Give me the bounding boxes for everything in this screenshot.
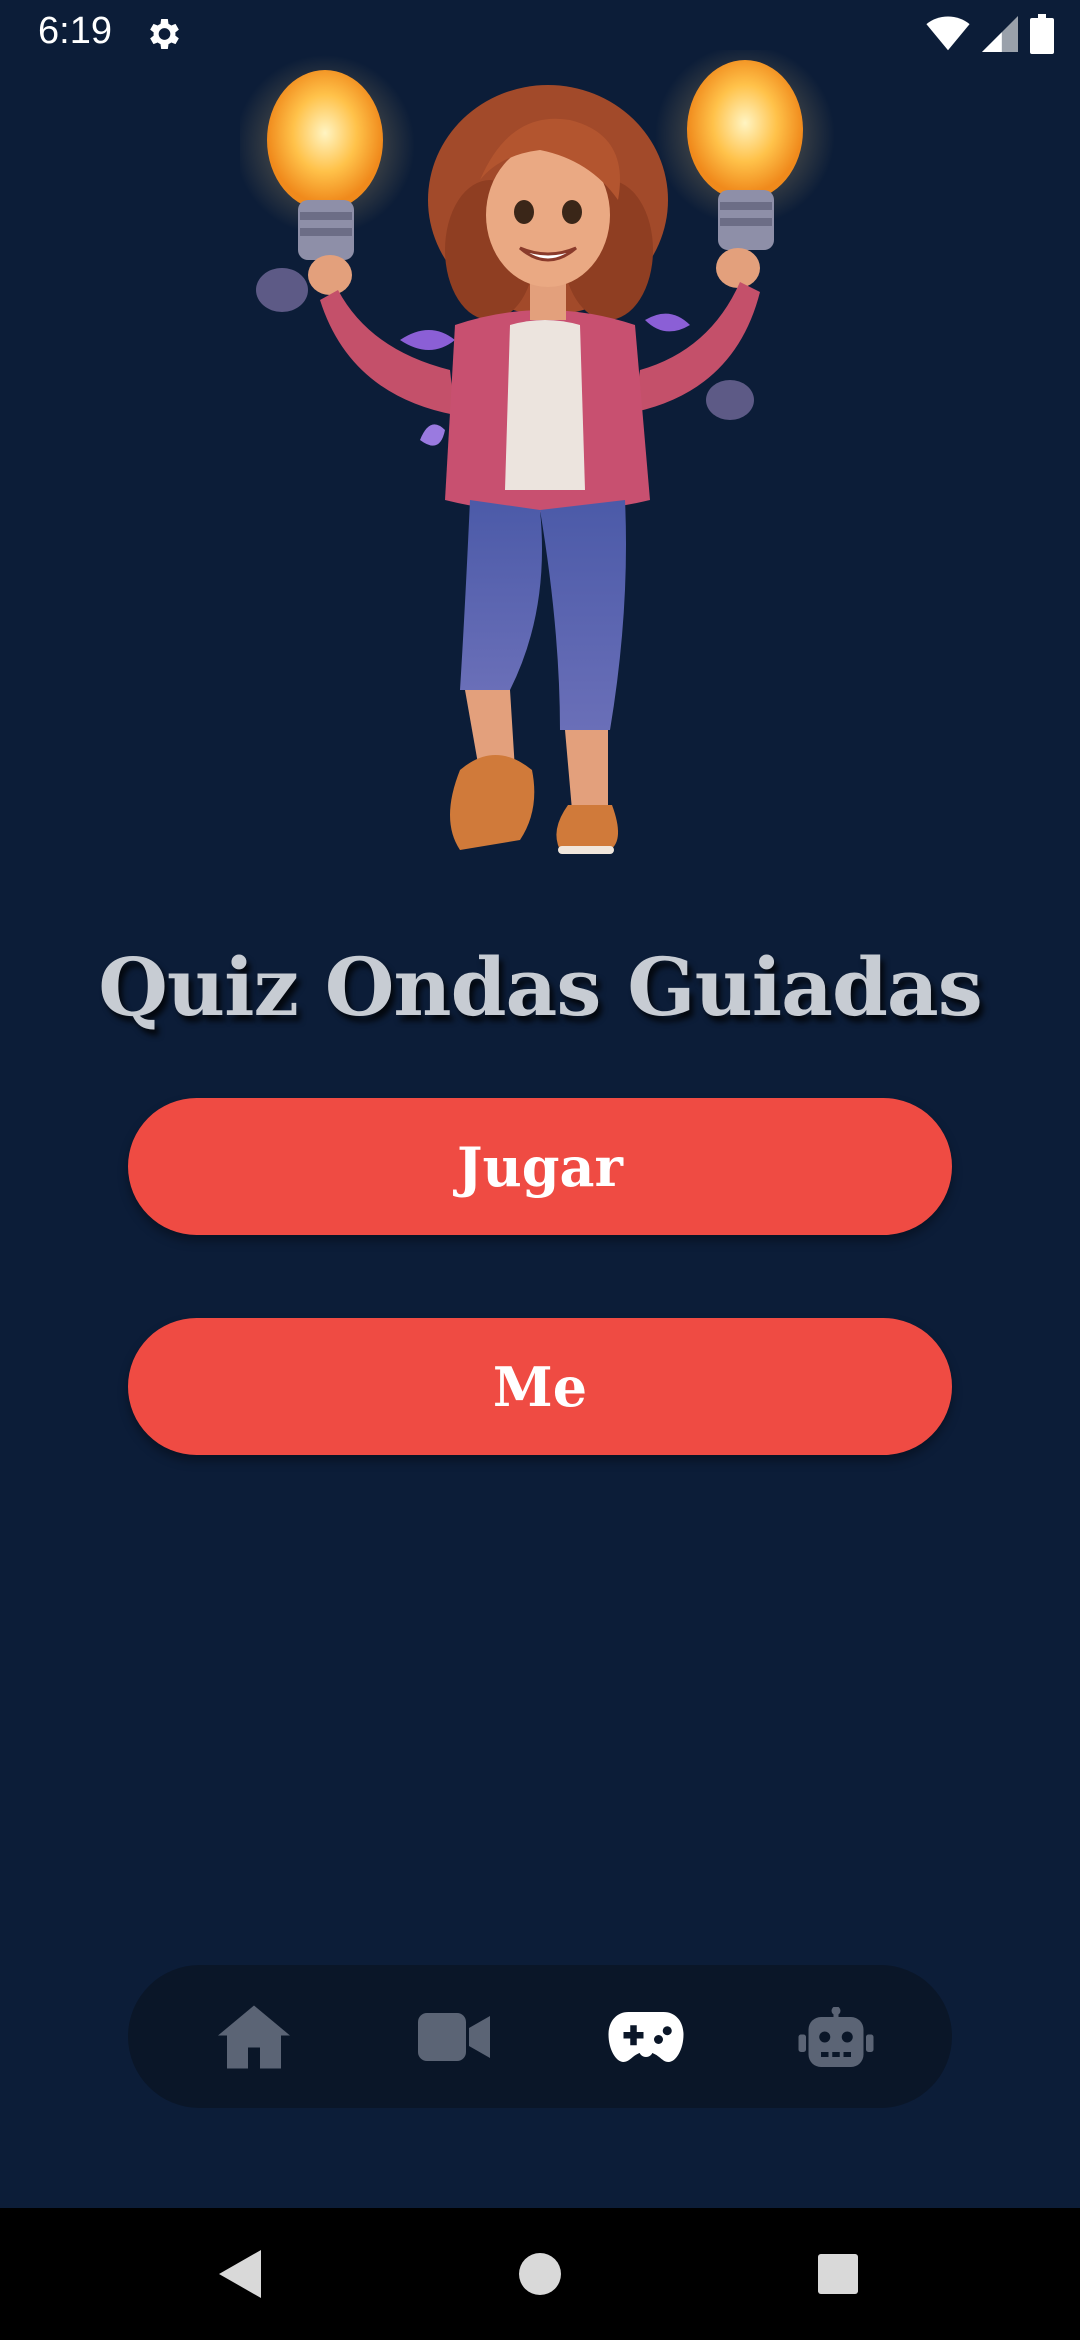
battery-icon — [1030, 14, 1054, 54]
page-title: Quiz Ondas Guiadas — [98, 940, 983, 1034]
system-nav-bar — [0, 2208, 1080, 2340]
character-with-lightbulbs-illustration — [240, 50, 835, 854]
robot-icon — [798, 2006, 874, 2067]
system-back-button[interactable] — [180, 2208, 300, 2340]
wifi-icon — [926, 16, 970, 51]
bottom-nav — [128, 1965, 952, 2108]
recents-icon — [818, 2254, 858, 2294]
home-icon — [218, 2005, 290, 2068]
status-time: 6:19 — [38, 10, 112, 52]
nav-item-home[interactable] — [184, 1965, 324, 2108]
system-home-button[interactable] — [480, 2208, 600, 2340]
video-icon — [418, 2012, 490, 2061]
active-indicator — [639, 2043, 653, 2057]
gear-icon — [150, 19, 179, 49]
system-recents-button[interactable] — [778, 2208, 898, 2340]
home-circle-icon — [519, 2253, 561, 2295]
nav-item-video[interactable] — [384, 1965, 524, 2108]
nav-item-game[interactable] — [576, 1965, 716, 2108]
back-icon — [219, 2250, 261, 2298]
play-button[interactable]: Jugar — [128, 1098, 952, 1235]
me-button[interactable]: Me — [128, 1318, 952, 1455]
signal-icon — [982, 16, 1018, 52]
nav-item-robot[interactable] — [766, 1965, 906, 2108]
